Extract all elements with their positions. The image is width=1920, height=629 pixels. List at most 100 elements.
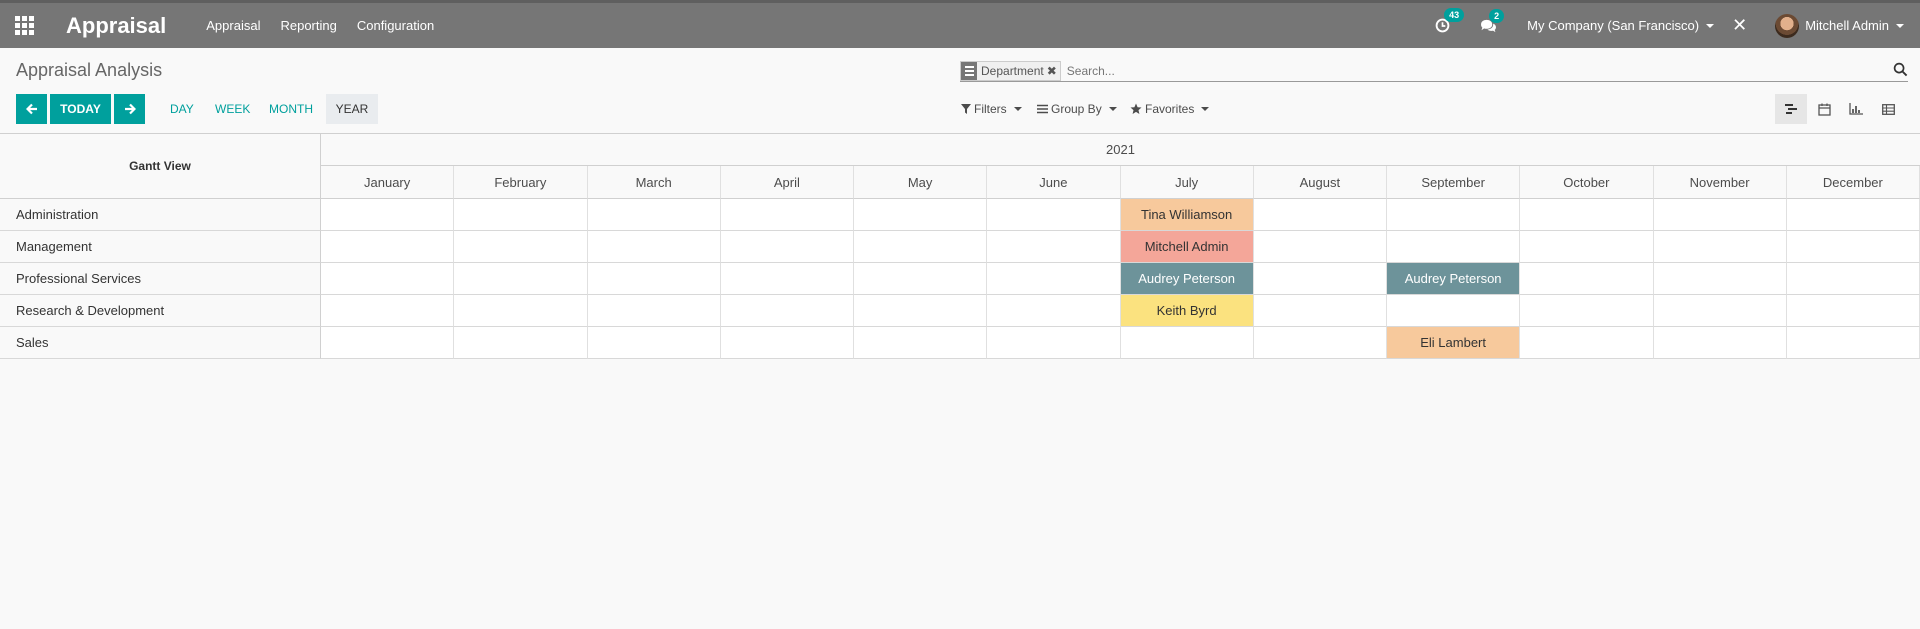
month-header: April [720, 166, 854, 199]
arrow-left-icon [25, 103, 37, 115]
gantt-cell[interactable] [1653, 263, 1787, 295]
gantt-cell[interactable] [854, 231, 988, 263]
month-header: June [987, 166, 1121, 199]
view-graph-button[interactable] [1840, 94, 1872, 124]
gantt-cell[interactable] [987, 231, 1121, 263]
groupby-label: Group By [1051, 102, 1102, 116]
gantt-cell[interactable] [1253, 199, 1387, 231]
gantt-pill[interactable]: Tina Williamson [1120, 199, 1253, 230]
gantt-cell[interactable] [454, 295, 588, 327]
view-pivot-button[interactable] [1872, 94, 1904, 124]
gantt-cell[interactable] [1520, 263, 1654, 295]
gantt-pill[interactable]: Mitchell Admin [1120, 231, 1253, 262]
scale-week-button[interactable]: WEEK [205, 94, 260, 124]
scale-day-button[interactable]: DAY [160, 94, 204, 124]
gantt-cell[interactable] [720, 199, 854, 231]
gantt-cell[interactable] [720, 231, 854, 263]
gantt-cell[interactable] [1786, 199, 1920, 231]
gantt-cell[interactable] [587, 263, 721, 295]
facet-label: Department [981, 63, 1044, 78]
calendar-icon [1817, 103, 1831, 116]
groupby-dropdown[interactable]: Group By [1037, 102, 1117, 116]
gantt-cell[interactable] [454, 327, 588, 359]
group-by-icon [961, 61, 977, 80]
gantt-row-label: Professional Services [0, 263, 321, 295]
gantt-pill[interactable]: Keith Byrd [1120, 295, 1253, 326]
gantt-cell[interactable] [1520, 295, 1654, 327]
view-gantt-button[interactable] [1775, 94, 1807, 124]
gantt-cell[interactable] [854, 295, 988, 327]
messaging-menu[interactable]: 2 [1480, 8, 1505, 33]
gantt-pill[interactable]: Audrey Peterson [1387, 263, 1520, 294]
gantt-cell[interactable] [1520, 231, 1654, 263]
gantt-pill[interactable]: Eli Lambert [1387, 327, 1520, 358]
gantt-cell[interactable] [1120, 327, 1254, 359]
gantt-cell[interactable] [1786, 327, 1920, 359]
gantt-cell[interactable] [1786, 263, 1920, 295]
gantt-cell[interactable] [854, 199, 988, 231]
activity-menu[interactable]: 43 [1435, 8, 1465, 33]
gantt-cell[interactable] [454, 231, 588, 263]
previous-button[interactable] [16, 94, 47, 124]
gantt-cell[interactable] [1520, 199, 1654, 231]
scale-year-button[interactable]: YEAR [326, 94, 378, 124]
favorites-dropdown[interactable]: Favorites [1130, 102, 1210, 116]
favorites-label: Favorites [1145, 102, 1195, 116]
chevron-down-icon [1013, 107, 1022, 111]
gantt-cell[interactable] [321, 263, 455, 295]
gantt-cell[interactable] [321, 327, 455, 359]
gantt-cell[interactable] [720, 263, 854, 295]
gantt-row-label: Administration [0, 199, 321, 231]
gantt-cell[interactable] [987, 263, 1121, 295]
gantt-cell[interactable] [1387, 231, 1521, 263]
gantt-cell[interactable] [454, 199, 588, 231]
gantt-cell[interactable] [720, 327, 854, 359]
apps-menu-icon[interactable] [0, 3, 48, 48]
menu-reporting[interactable]: Reporting [280, 18, 336, 33]
gantt-cell[interactable] [1253, 231, 1387, 263]
gantt-cell[interactable] [1520, 327, 1654, 359]
next-button[interactable] [114, 94, 145, 124]
gantt-cell[interactable] [587, 199, 721, 231]
user-menu[interactable]: Mitchell Admin [1775, 13, 1904, 38]
gantt-cell[interactable] [987, 295, 1121, 327]
debug-close-icon[interactable]: ✕ [1732, 15, 1747, 36]
gantt-cell[interactable] [454, 263, 588, 295]
gantt-cell[interactable] [587, 327, 721, 359]
gantt-cell[interactable] [987, 199, 1121, 231]
menu-appraisal[interactable]: Appraisal [206, 18, 260, 33]
gantt-cell[interactable] [1786, 231, 1920, 263]
month-header: December [1786, 166, 1920, 199]
gantt-cell[interactable] [1253, 295, 1387, 327]
gantt-cell[interactable] [321, 295, 455, 327]
chevron-down-icon [1201, 107, 1210, 111]
gantt-cell[interactable] [321, 231, 455, 263]
search-input[interactable] [1066, 63, 1908, 78]
close-icon[interactable]: ✖ [1047, 64, 1060, 78]
scale-month-button[interactable]: MONTH [259, 94, 323, 124]
company-switcher[interactable]: My Company (San Francisco) [1527, 18, 1715, 33]
gantt-cell[interactable] [1253, 263, 1387, 295]
gantt-cell[interactable] [587, 231, 721, 263]
gantt-cell[interactable] [1387, 295, 1521, 327]
today-button[interactable]: TODAY [50, 94, 111, 124]
gantt-cell[interactable] [1253, 327, 1387, 359]
gantt-cell[interactable] [1786, 295, 1920, 327]
gantt-cell[interactable] [1387, 199, 1521, 231]
gantt-cell[interactable] [1653, 295, 1787, 327]
filters-dropdown[interactable]: Filters [961, 102, 1022, 116]
gantt-cell[interactable] [1653, 327, 1787, 359]
gantt-pill[interactable]: Audrey Peterson [1120, 263, 1253, 294]
gantt-cell[interactable] [987, 327, 1121, 359]
gantt-cell[interactable] [1653, 199, 1787, 231]
gantt-cell[interactable] [854, 327, 988, 359]
view-calendar-button[interactable] [1808, 94, 1840, 124]
menu-configuration[interactable]: Configuration [357, 18, 434, 33]
gantt-cell[interactable] [1653, 231, 1787, 263]
gantt-cell[interactable] [854, 263, 988, 295]
gantt-cell[interactable] [587, 295, 721, 327]
search-icon[interactable] [1893, 62, 1908, 77]
gantt-cell[interactable] [321, 199, 455, 231]
month-header: January [321, 166, 455, 199]
gantt-cell[interactable] [720, 295, 854, 327]
